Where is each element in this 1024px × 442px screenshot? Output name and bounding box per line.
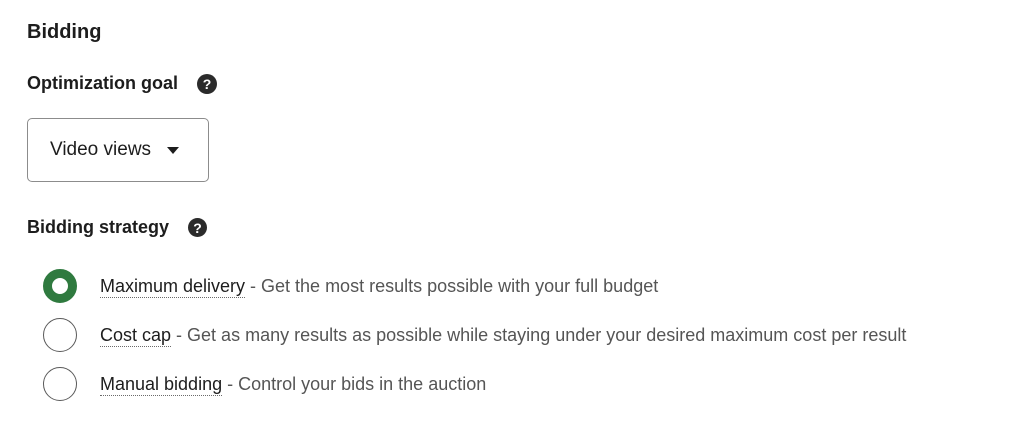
caret-down-icon: [167, 147, 180, 154]
option-description: - Control your bids in the auction: [222, 373, 487, 394]
optimization-goal-dropdown[interactable]: Video views: [27, 118, 209, 182]
bidding-strategy-radio-group: Maximum delivery - Get the most results …: [43, 268, 906, 415]
optimization-goal-label-row: Optimization goal ?: [27, 73, 217, 94]
radio-button[interactable]: [43, 367, 77, 401]
radio-option-manual-bidding[interactable]: Manual bidding - Control your bids in th…: [43, 366, 906, 402]
section-title: Bidding: [27, 21, 102, 43]
option-text: Cost cap - Get as many results as possib…: [100, 324, 907, 347]
option-name[interactable]: Maximum delivery: [100, 275, 246, 298]
option-description: - Get as many results as possible while …: [171, 324, 907, 345]
radio-button[interactable]: [43, 318, 77, 352]
option-name[interactable]: Manual bidding: [100, 373, 223, 396]
bidding-panel: Bidding Optimization goal ? Video views …: [0, 0, 1024, 442]
optimization-goal-label: Optimization goal: [27, 73, 178, 93]
radio-button-selected[interactable]: [43, 269, 77, 303]
option-description: - Get the most results possible with you…: [245, 275, 659, 296]
bidding-strategy-label: Bidding strategy: [27, 217, 170, 237]
dropdown-selected-value: Video views: [50, 139, 152, 160]
option-text: Maximum delivery - Get the most results …: [100, 275, 659, 298]
bidding-strategy-label-row: Bidding strategy ?: [27, 217, 208, 238]
radio-option-cost-cap[interactable]: Cost cap - Get as many results as possib…: [43, 317, 906, 353]
help-icon[interactable]: ?: [188, 218, 208, 237]
help-icon[interactable]: ?: [197, 73, 217, 94]
option-text: Manual bidding - Control your bids in th…: [100, 373, 487, 396]
option-name[interactable]: Cost cap: [100, 324, 172, 347]
radio-option-maximum-delivery[interactable]: Maximum delivery - Get the most results …: [43, 268, 906, 304]
